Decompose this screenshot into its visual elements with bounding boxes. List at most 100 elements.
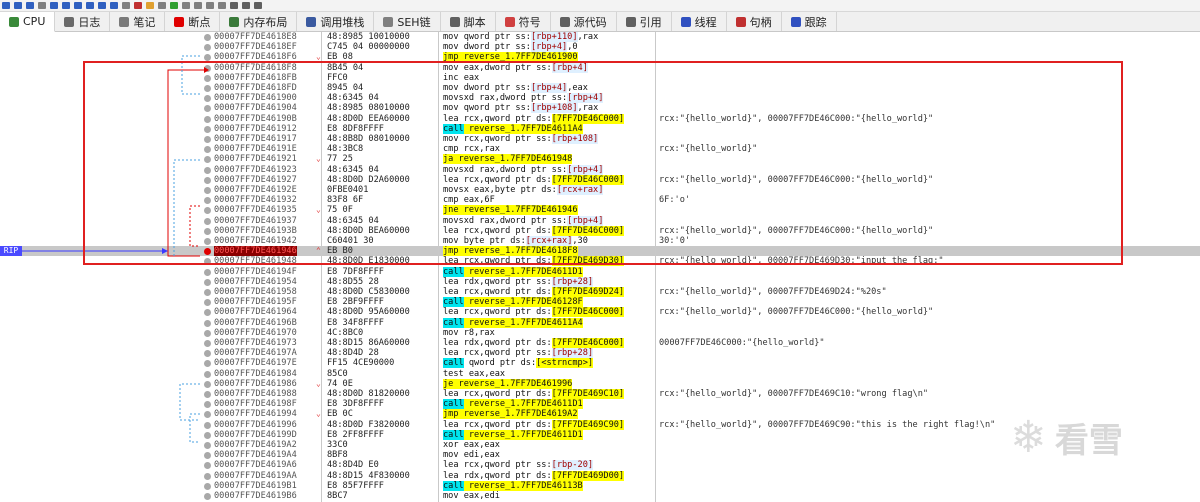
- toolbar-button-icon[interactable]: [2, 2, 10, 9]
- jump-arrow-dashed: [179, 383, 200, 421]
- comment-cell[interactable]: rcx:"{hello_world}", 00007FF7DE469C10:"w…: [659, 389, 928, 399]
- toolbar-button-icon[interactable]: [170, 2, 178, 9]
- bytes-cell[interactable]: 48:8D0D F3820000: [327, 420, 410, 430]
- toolbar-button-icon[interactable]: [254, 2, 262, 9]
- toolbar-button-icon[interactable]: [110, 2, 118, 9]
- toolbar-button-icon[interactable]: [74, 2, 82, 9]
- tab-0[interactable]: CPU: [0, 12, 56, 32]
- instruction-cell[interactable]: test eax,eax: [443, 369, 505, 379]
- instruction-cell[interactable]: jmp reverse_1.7FF7DE4619A2: [443, 409, 578, 420]
- toolbar-button-icon[interactable]: [182, 2, 190, 9]
- bytes-cell[interactable]: 48:8D0D 95A60000: [327, 307, 410, 317]
- instruction-cell[interactable]: mov qword ptr ss:[rbp+110],rax: [443, 32, 598, 42]
- instruction-cell[interactable]: lea rcx,qword ptr ds:[7FF7DE469C90]: [443, 419, 625, 430]
- instruction-cell[interactable]: call reverse_1.7FF7DE4611D1: [443, 266, 583, 277]
- instruction-cell[interactable]: lea rdx,qword ptr ss:[rbp+28]: [443, 276, 594, 287]
- toolbar-button-icon[interactable]: [230, 2, 238, 9]
- bytes-cell[interactable]: E8 7DF8FFFF: [327, 267, 384, 277]
- toolbar-button-icon[interactable]: [158, 2, 166, 9]
- instruction-cell[interactable]: call reverse_1.7FF7DE4611D1: [443, 429, 583, 440]
- tab-9[interactable]: 源代码: [551, 12, 617, 31]
- seh-icon: [383, 16, 394, 27]
- instruction-token: xor eax,eax: [443, 440, 500, 450]
- tab-5[interactable]: 调用堆栈: [297, 12, 375, 31]
- comment-cell[interactable]: rcx:"{hello_world}", 00007FF7DE469D24:"%…: [659, 287, 887, 297]
- instruction-cell[interactable]: lea rcx,qword ptr ds:[7FF7DE469C10]: [443, 389, 625, 399]
- tab-10[interactable]: 引用: [617, 12, 672, 31]
- breakpoint-icon: [174, 16, 185, 27]
- toolbar-button-icon[interactable]: [62, 2, 70, 9]
- tab-3[interactable]: 断点: [165, 12, 221, 31]
- tab-1[interactable]: 日志: [55, 12, 111, 31]
- bytes-cell[interactable]: 48:8985 10010000: [327, 32, 410, 42]
- instruction-cell[interactable]: call qword ptr ds:[<strncmp>]: [443, 358, 594, 369]
- toolbar-button-icon[interactable]: [218, 2, 226, 9]
- instruction-cell[interactable]: mov r8,rax: [443, 328, 495, 338]
- instruction-cell[interactable]: mov edi,eax: [443, 450, 500, 460]
- bytes-cell[interactable]: C745 04 00000000: [327, 42, 410, 52]
- toolbar-button-icon[interactable]: [146, 2, 154, 9]
- comment-cell[interactable]: 00007FF7DE46C000:"{hello_world}": [659, 338, 825, 348]
- instruction-cell[interactable]: mov dword ptr ss:[rbp+4],0: [443, 42, 578, 53]
- snowflake-icon: ❄: [1010, 412, 1047, 463]
- tab-12[interactable]: 句柄: [727, 12, 782, 31]
- bytes-cell[interactable]: 33C0: [327, 440, 348, 450]
- bytes-cell[interactable]: 85C0: [327, 369, 348, 379]
- toolbar-button-icon[interactable]: [134, 2, 142, 9]
- thread-icon: [680, 16, 691, 27]
- instruction-cell[interactable]: call reverse_1.7FF7DE46113B: [443, 480, 583, 491]
- bytes-cell[interactable]: 74 0E: [327, 379, 353, 389]
- bytes-cell[interactable]: FF15 4CE90000: [327, 358, 394, 368]
- tab-label: 线程: [694, 15, 717, 29]
- toolbar-button-icon[interactable]: [242, 2, 250, 9]
- instruction-cell[interactable]: lea rdx,qword ptr ds:[7FF7DE469D00]: [443, 470, 625, 481]
- tab-13[interactable]: 跟踪: [782, 12, 837, 31]
- comment-cell[interactable]: rcx:"{hello_world}", 00007FF7DE469C90:"t…: [659, 420, 995, 430]
- bytes-cell[interactable]: 48:8D0D 81820000: [327, 389, 410, 399]
- instruction-cell[interactable]: lea rcx,qword ptr ss:[rbp-20]: [443, 460, 594, 471]
- bytes-cell[interactable]: E8 2FF8FFFF: [327, 430, 384, 440]
- tab-2[interactable]: 笔记: [110, 12, 166, 31]
- tab-11[interactable]: 线程: [672, 12, 727, 31]
- bytes-cell[interactable]: 4C:8BC0: [327, 328, 363, 338]
- toolbar-button-icon[interactable]: [98, 2, 106, 9]
- bytes-cell[interactable]: E8 34F8FFFF: [327, 318, 384, 328]
- toolbar-button-icon[interactable]: [206, 2, 214, 9]
- instruction-cell[interactable]: mov eax,edi: [443, 491, 500, 501]
- toolbar-button-icon[interactable]: [194, 2, 202, 9]
- bytes-cell[interactable]: E8 85F7FFFF: [327, 481, 384, 491]
- tab-4[interactable]: 内存布局: [220, 12, 298, 31]
- instruction-cell[interactable]: lea rcx,qword ptr ds:[7FF7DE469D24]: [443, 287, 625, 297]
- bytes-cell[interactable]: E8 3DF8FFFF: [327, 399, 384, 409]
- toolbar-button-icon[interactable]: [26, 2, 34, 9]
- instruction-token: mov dword ptr ss:: [443, 42, 531, 53]
- toolbar-button-icon[interactable]: [38, 2, 46, 9]
- bytes-cell[interactable]: 48:8D0D C5830000: [327, 287, 410, 297]
- toolbar-button-icon[interactable]: [50, 2, 58, 9]
- tab-8[interactable]: 符号: [496, 12, 551, 31]
- instruction-cell[interactable]: call reverse_1.7FF7DE46128F: [443, 297, 583, 308]
- bytes-cell[interactable]: EB 0C: [327, 409, 353, 419]
- bytes-cell[interactable]: E8 2BF9FFFF: [327, 297, 384, 307]
- instruction-cell[interactable]: xor eax,eax: [443, 440, 500, 450]
- bytes-cell[interactable]: 8BF8: [327, 450, 348, 460]
- bytes-cell[interactable]: 48:8D55 28: [327, 277, 379, 287]
- bytes-cell[interactable]: 48:8D4D 28: [327, 348, 379, 358]
- bytes-cell[interactable]: 8BC7: [327, 491, 348, 501]
- instruction-cell[interactable]: lea rcx,qword ptr ds:[7FF7DE46C000]: [443, 307, 625, 318]
- bytes-cell[interactable]: 48:8D15 86A60000: [327, 338, 410, 348]
- instruction-cell[interactable]: lea rcx,qword ptr ss:[rbp+28]: [443, 348, 594, 359]
- instruction-cell[interactable]: call reverse_1.7FF7DE4611A4: [443, 317, 583, 328]
- toolbar-button-icon[interactable]: [14, 2, 22, 9]
- toolbar-button-icon[interactable]: [86, 2, 94, 9]
- instruction-cell[interactable]: lea rdx,qword ptr ds:[7FF7DE46C000]: [443, 338, 625, 348]
- toolbar-button-icon[interactable]: [122, 2, 130, 9]
- instruction-cell[interactable]: je reverse_1.7FF7DE461996: [443, 378, 573, 389]
- tab-7[interactable]: 脚本: [441, 12, 496, 31]
- bytes-cell[interactable]: 48:8D15 4F830000: [327, 471, 410, 481]
- bytes-cell[interactable]: 48:8D4D E0: [327, 460, 379, 470]
- instruction-cell[interactable]: call reverse_1.7FF7DE4611D1: [443, 399, 583, 410]
- tab-6[interactable]: SEH链: [374, 12, 441, 31]
- tab-label: 跟踪: [804, 15, 827, 29]
- comment-cell[interactable]: rcx:"{hello_world}", 00007FF7DE46C000:"{…: [659, 307, 933, 317]
